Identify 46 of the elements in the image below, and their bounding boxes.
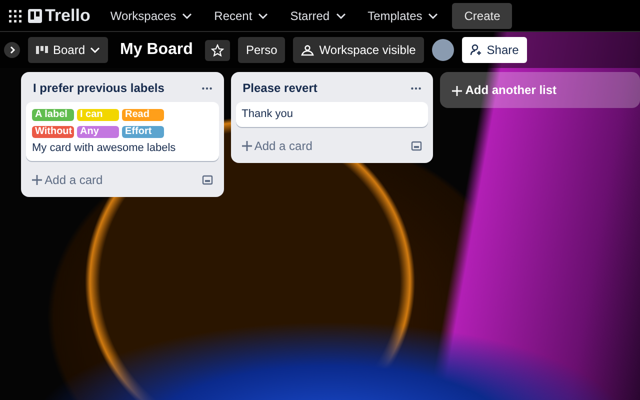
card-label: I can — [77, 109, 119, 121]
add-person-icon — [470, 44, 482, 56]
template-icon[interactable] — [411, 140, 422, 151]
board-title: My Board — [120, 40, 193, 60]
list-title[interactable]: I prefer previous labels — [33, 79, 164, 97]
add-card-button[interactable]: Add a card — [32, 170, 103, 188]
star-button[interactable] — [204, 40, 230, 60]
board-icon — [36, 46, 48, 54]
plus-icon — [452, 86, 462, 96]
share-button[interactable]: Share — [462, 37, 527, 63]
people-icon — [301, 44, 314, 56]
card-label: Without — [32, 126, 74, 138]
card-title: Thank you — [242, 107, 294, 122]
workspace-button[interactable]: Perso — [238, 37, 286, 63]
card-label: Any — [77, 126, 119, 138]
card-title: My card with awesome labels — [32, 141, 177, 156]
template-icon[interactable] — [202, 174, 213, 185]
nav-menu[interactable]: Recent — [206, 2, 276, 28]
star-icon — [210, 44, 224, 56]
add-card-button[interactable]: Add a card — [242, 136, 312, 154]
card-label: Read — [122, 109, 164, 121]
caret-icon — [90, 47, 100, 53]
expand-icon[interactable] — [4, 42, 20, 58]
nav-menu[interactable]: Starred — [282, 2, 354, 28]
card-label: A label — [32, 109, 74, 121]
more-icon[interactable] — [411, 86, 422, 90]
more-icon[interactable] — [202, 86, 212, 90]
card[interactable]: A label I can Read Without Any Effort My card with awesome labels — [26, 102, 219, 160]
apps-grid-icon[interactable] — [8, 8, 22, 22]
visibility-button[interactable]: Workspace visible — [293, 37, 424, 63]
nav-menu[interactable]: Templates — [360, 2, 446, 28]
list-title[interactable]: Please revert — [242, 79, 318, 97]
add-list-button[interactable]: Add another list — [440, 72, 640, 108]
board-view-button[interactable]: Board — [28, 37, 108, 63]
nav-menu[interactable]: Workspaces — [102, 2, 200, 28]
caret-icon — [428, 12, 438, 18]
caret-icon — [336, 12, 346, 18]
plus-icon — [32, 175, 42, 186]
logo-icon — [28, 8, 42, 22]
card-label: Effort — [122, 126, 164, 138]
plus-icon — [242, 141, 252, 152]
create-button[interactable]: Create — [452, 2, 512, 28]
caret-icon — [182, 12, 192, 18]
logo-text[interactable]: Trello — [45, 2, 90, 28]
caret-icon — [258, 12, 268, 18]
card[interactable]: Thank you — [236, 102, 428, 126]
